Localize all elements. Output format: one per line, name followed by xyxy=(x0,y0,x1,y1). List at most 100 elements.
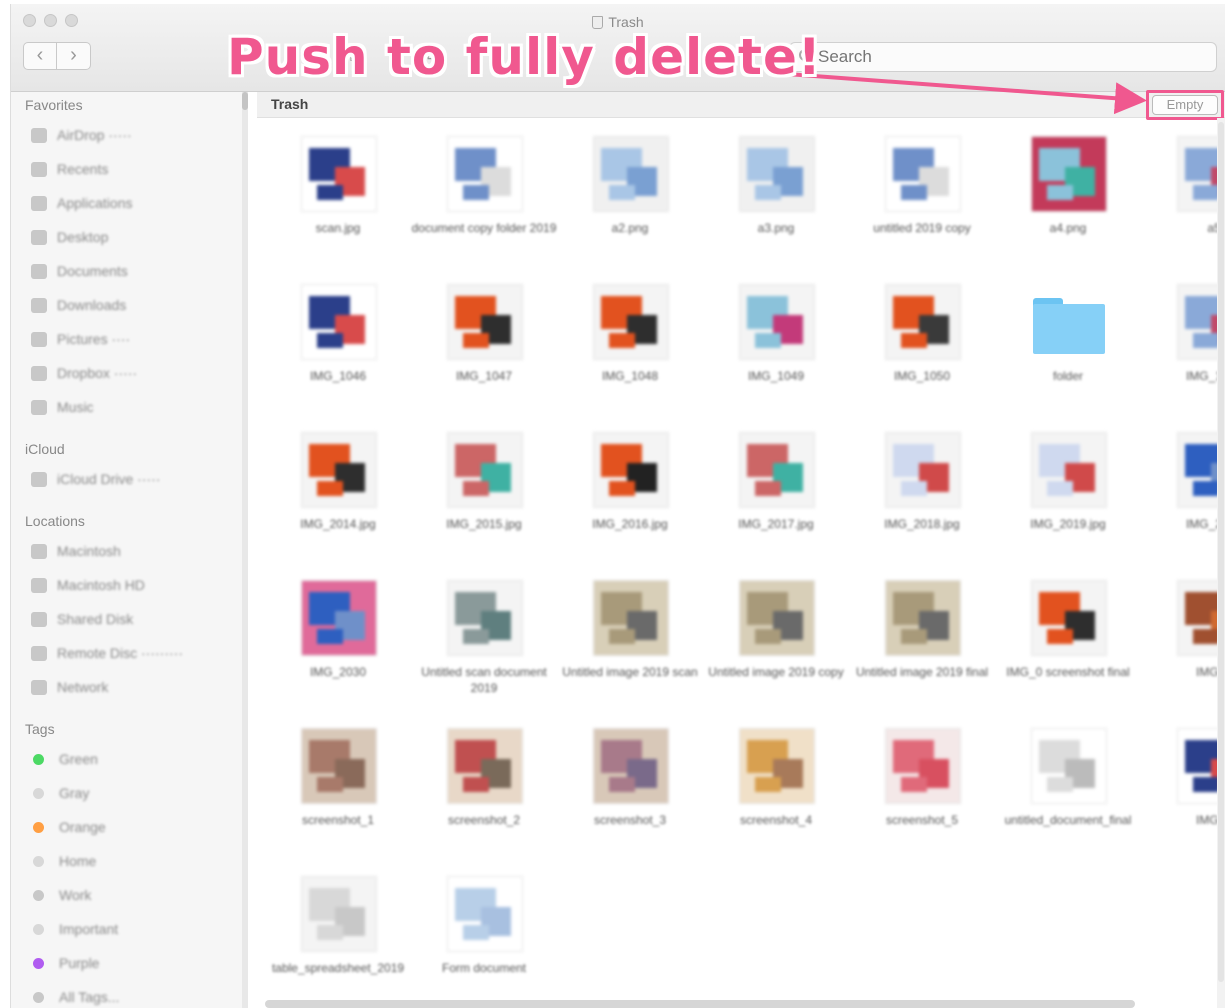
file-item[interactable]: a4.png xyxy=(995,128,1141,278)
file-item[interactable]: IMG_1049 xyxy=(703,276,849,426)
tag-color-icon xyxy=(33,821,44,833)
file-name: untitled_document_final xyxy=(1004,813,1132,827)
file-item[interactable]: folder xyxy=(995,276,1141,426)
file-item[interactable]: IMG_2018.jpg xyxy=(849,424,995,574)
file-item[interactable]: IMG_2015.jpg xyxy=(411,424,557,574)
content-area: Trash Empty scan.jpg document copy folder… xyxy=(257,90,1225,1008)
file-thumbnail xyxy=(301,136,377,212)
sidebar-item[interactable]: Documents xyxy=(11,254,246,288)
file-item[interactable]: scan.jpg xyxy=(265,128,411,278)
sidebar-item[interactable]: Macintosh xyxy=(11,534,246,568)
file-item[interactable]: Untitled image 2019 copy xyxy=(703,572,849,722)
sidebar-item[interactable]: Remote Disc ········· xyxy=(11,636,246,670)
file-item[interactable]: screenshot_3 xyxy=(557,720,703,870)
file-name: a4.png xyxy=(1049,221,1087,235)
file-thumbnail xyxy=(739,728,815,804)
sidebar-section-locations: Locations xyxy=(25,513,85,529)
vertical-scrollbar[interactable] xyxy=(1217,118,1225,1008)
file-name: IMG_2030 xyxy=(309,665,367,679)
file-item[interactable]: untitled 2019 copy xyxy=(849,128,995,278)
file-item[interactable]: table_spreadsheet_2019 xyxy=(265,868,411,998)
sidebar-item[interactable]: Shared Disk xyxy=(11,602,246,636)
file-item[interactable]: screenshot_2 xyxy=(411,720,557,870)
file-thumbnail xyxy=(1177,580,1217,656)
tag-color-icon xyxy=(33,753,44,765)
file-item[interactable]: untitled_document_final xyxy=(995,720,1141,870)
file-item[interactable]: a5 xyxy=(1141,128,1217,278)
file-item[interactable]: a3.png xyxy=(703,128,849,278)
file-thumbnail xyxy=(447,876,523,952)
back-button[interactable]: ‹ xyxy=(23,42,57,70)
file-item[interactable]: IMG_2020 xyxy=(1141,424,1217,574)
file-item[interactable]: a2.png xyxy=(557,128,703,278)
sidebar-tag-item[interactable]: Gray xyxy=(11,776,246,810)
file-item[interactable]: Form document xyxy=(411,868,557,998)
file-name: screenshot_2 xyxy=(447,813,521,827)
file-thumbnail xyxy=(1031,580,1107,656)
file-item[interactable]: IMG_1051 xyxy=(1141,276,1217,426)
file-item[interactable]: IMG_1047 xyxy=(411,276,557,426)
file-name: table_spreadsheet_2019 xyxy=(271,961,405,975)
file-name: screenshot_5 xyxy=(885,813,959,827)
file-item[interactable]: IMG_1046 xyxy=(265,276,411,426)
sidebar-tag-item[interactable]: Orange xyxy=(11,810,246,844)
file-item[interactable]: screenshot_4 xyxy=(703,720,849,870)
file-item[interactable]: IMG_2016.jpg xyxy=(557,424,703,574)
search-field[interactable] xyxy=(789,42,1217,72)
file-name: Untitled scan document 2019 xyxy=(421,665,547,695)
sidebar-tag-item[interactable]: All Tags... xyxy=(11,980,246,1008)
forward-button[interactable]: › xyxy=(57,42,91,70)
sidebar-item[interactable]: AirDrop ····· xyxy=(11,118,246,152)
sidebar-item[interactable]: iCloud Drive ····· xyxy=(11,462,246,496)
file-item[interactable]: screenshot_5 xyxy=(849,720,995,870)
sidebar-item-label: Macintosh HD xyxy=(57,577,145,593)
sidebar-item[interactable]: Desktop xyxy=(11,220,246,254)
sidebar-tag-item[interactable]: Purple xyxy=(11,946,246,980)
file-item[interactable]: screenshot_1 xyxy=(265,720,411,870)
sidebar-item[interactable]: Recents xyxy=(11,152,246,186)
file-name: IMG_2015.jpg xyxy=(446,517,522,531)
sidebar-item[interactable]: Applications xyxy=(11,186,246,220)
sidebar-item[interactable]: Macintosh HD xyxy=(11,568,246,602)
empty-trash-button[interactable]: Empty xyxy=(1152,95,1218,115)
sidebar-tag-item[interactable]: Work xyxy=(11,878,246,912)
file-item[interactable]: IMG_2017.jpg xyxy=(703,424,849,574)
horizontal-scrollbar[interactable] xyxy=(265,1000,1135,1008)
dropbox-icon xyxy=(31,365,47,381)
file-item[interactable]: IMG_2014.jpg xyxy=(265,424,411,574)
sidebar-item[interactable]: Dropbox ····· xyxy=(11,356,246,390)
tag-color-icon xyxy=(33,855,44,867)
file-item[interactable]: Untitled image 2019 scan xyxy=(557,572,703,722)
folder-icon xyxy=(1031,284,1107,360)
network-icon xyxy=(31,679,47,695)
file-thumbnail xyxy=(885,728,961,804)
sidebar-item[interactable]: Downloads xyxy=(11,288,246,322)
file-name: scan.jpg xyxy=(315,221,361,235)
file-item[interactable]: IMG_0 xyxy=(1141,572,1217,722)
file-item[interactable]: Untitled image 2019 final xyxy=(849,572,995,722)
sidebar-item-label: Pictures ···· xyxy=(57,331,131,347)
file-grid: scan.jpg document copy folder 2019 a2.png a… xyxy=(265,128,1217,998)
file-name: IMG_3 xyxy=(1195,813,1217,827)
file-item[interactable]: IMG_1048 xyxy=(557,276,703,426)
file-item[interactable]: IMG_3 xyxy=(1141,720,1217,870)
navigation-buttons: ‹ › xyxy=(23,42,91,70)
file-item[interactable]: document copy folder 2019 xyxy=(411,128,557,278)
file-item[interactable]: IMG_0 screenshot final xyxy=(995,572,1141,722)
finder-window: Trash ‹ › ▥ ⊞ Push to fully delete! Favo… xyxy=(10,4,1225,1008)
sidebar-item[interactable]: Music xyxy=(11,390,246,424)
file-name: folder xyxy=(1052,369,1084,383)
sidebar-scrollbar[interactable] xyxy=(242,92,248,1008)
file-item[interactable]: Untitled scan document 2019 xyxy=(411,572,557,722)
file-item[interactable]: IMG_2019.jpg xyxy=(995,424,1141,574)
file-item[interactable]: IMG_1050 xyxy=(849,276,995,426)
file-name: Form document xyxy=(441,961,527,975)
file-item[interactable]: IMG_2030 xyxy=(265,572,411,722)
sidebar-tag-item[interactable]: Home xyxy=(11,844,246,878)
search-input[interactable] xyxy=(818,47,1198,67)
sidebar-item[interactable]: Network xyxy=(11,670,246,704)
sidebar-tag-item[interactable]: Green xyxy=(11,742,246,776)
sidebar-item[interactable]: Pictures ···· xyxy=(11,322,246,356)
sidebar-tag-item[interactable]: Important xyxy=(11,912,246,946)
file-name: IMG_1050 xyxy=(893,369,951,383)
